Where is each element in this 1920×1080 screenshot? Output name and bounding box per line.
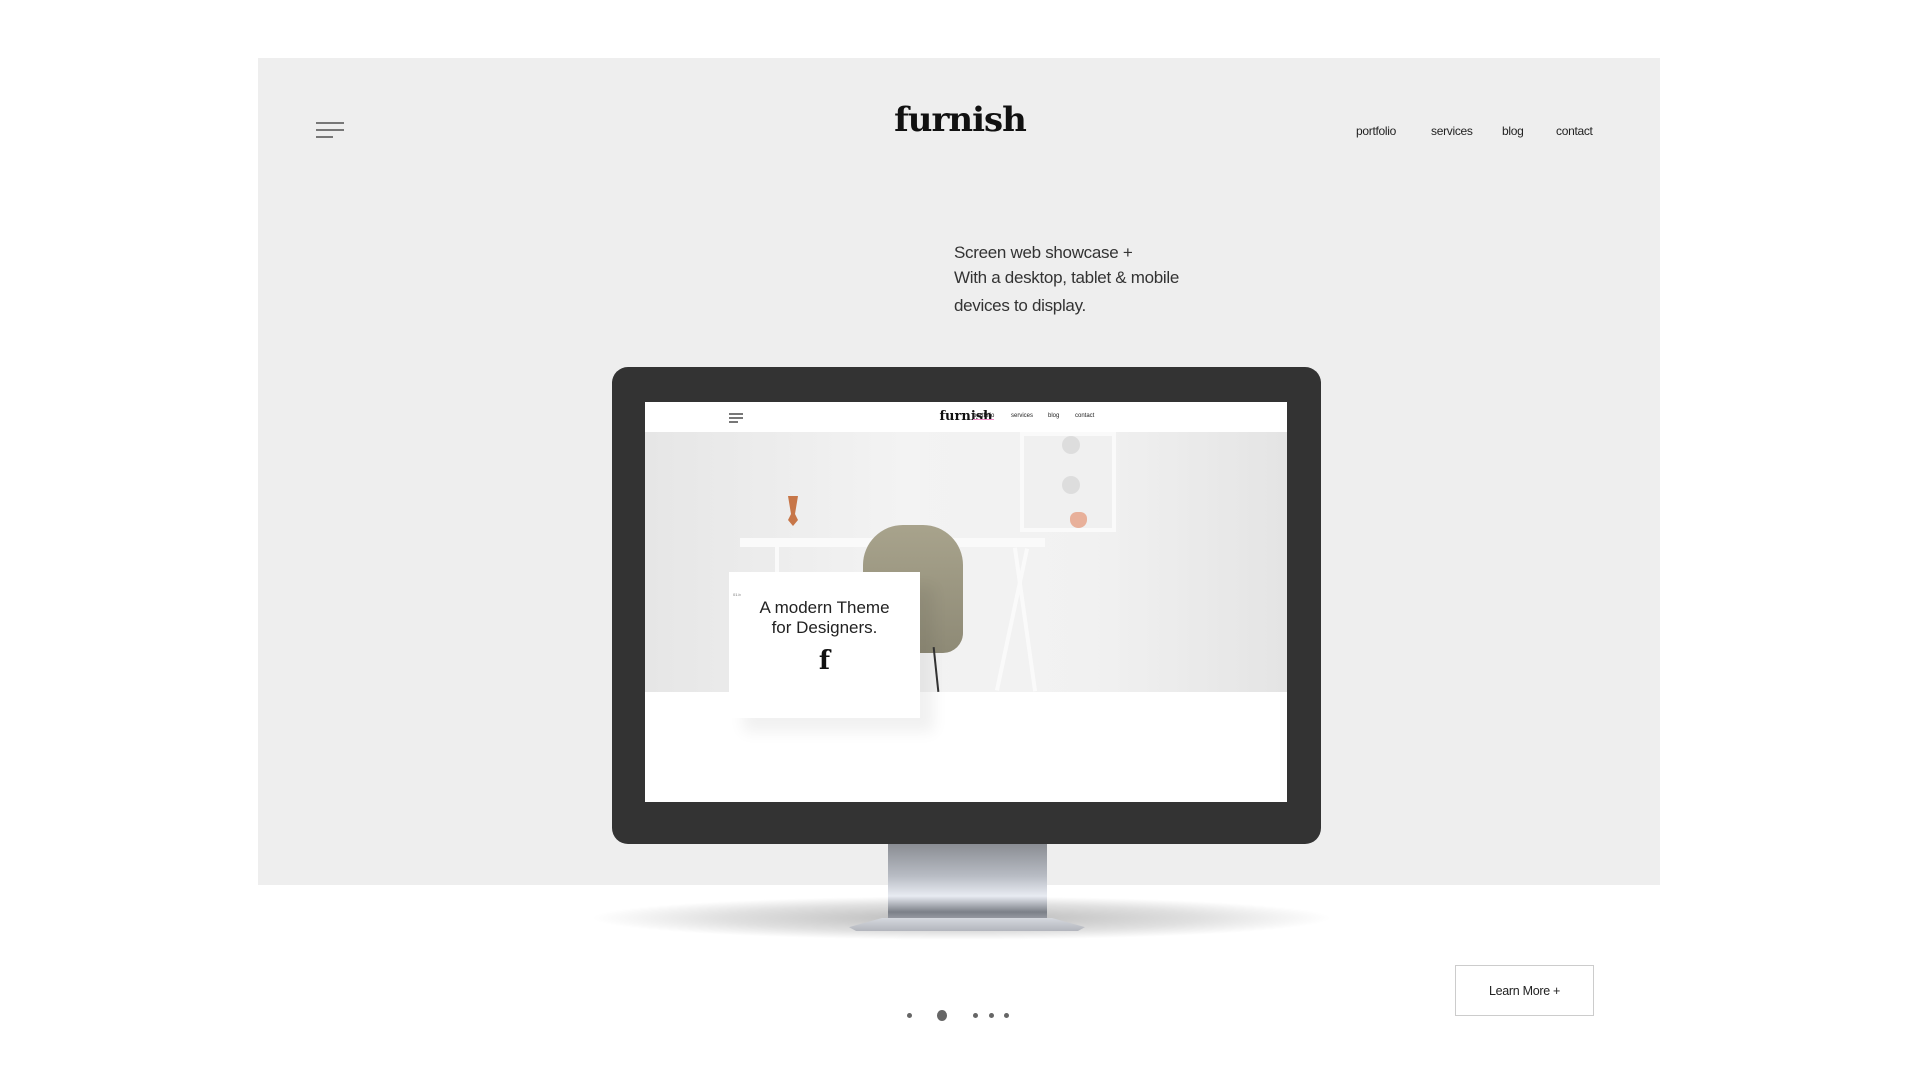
pagination-dot-active[interactable]: [937, 1010, 947, 1021]
pagination-dot[interactable]: [973, 1013, 978, 1018]
plant-pot: [1070, 512, 1087, 528]
learn-more-button[interactable]: Learn More +: [1455, 965, 1594, 1016]
mockup-nav-services: services: [1011, 413, 1034, 419]
mockup-nav-contact: contact: [1075, 413, 1095, 419]
tagline-line: devices to display.: [954, 296, 1086, 315]
card-title: A modern Theme: [759, 598, 890, 617]
pagination-dot[interactable]: [1004, 1013, 1009, 1018]
monitor-base: [849, 918, 1085, 931]
nav-portfolio[interactable]: portfolio: [1356, 124, 1396, 138]
tagline-line: Screen web showcase +: [954, 243, 1133, 262]
nav-blog[interactable]: blog: [1502, 124, 1524, 138]
pagination-dot[interactable]: [907, 1013, 912, 1018]
mockup-logo: furnish: [939, 409, 993, 424]
monitor-screen: furnish portfolio services blog contact …: [645, 402, 1287, 802]
logo-mark: f: [818, 646, 831, 676]
monitor-stand: [888, 844, 1047, 924]
wall-frame: [1020, 432, 1116, 532]
mockup-nav-blog: blog: [1048, 413, 1060, 419]
mockup-card: A modern Theme for Designers. f: [729, 572, 920, 718]
chair-leg: [932, 647, 940, 692]
mockup-nav-portfolio: portfolio: [973, 413, 995, 420]
nav-contact[interactable]: contact: [1556, 124, 1593, 138]
nav-services[interactable]: services: [1431, 124, 1473, 138]
tagline: Screen web showcase + With a desktop, ta…: [954, 240, 1179, 318]
logo[interactable]: furnish: [0, 100, 1920, 140]
card-caption: 01.b: [733, 592, 741, 597]
mockup-header: furnish portfolio services blog contact: [645, 402, 1287, 432]
pagination-dot[interactable]: [989, 1013, 994, 1018]
card-title: for Designers.: [771, 618, 878, 637]
tagline-line: With a desktop, tablet & mobile: [954, 268, 1180, 287]
desk-leg: [1012, 547, 1038, 692]
candle-holder: [788, 496, 798, 526]
